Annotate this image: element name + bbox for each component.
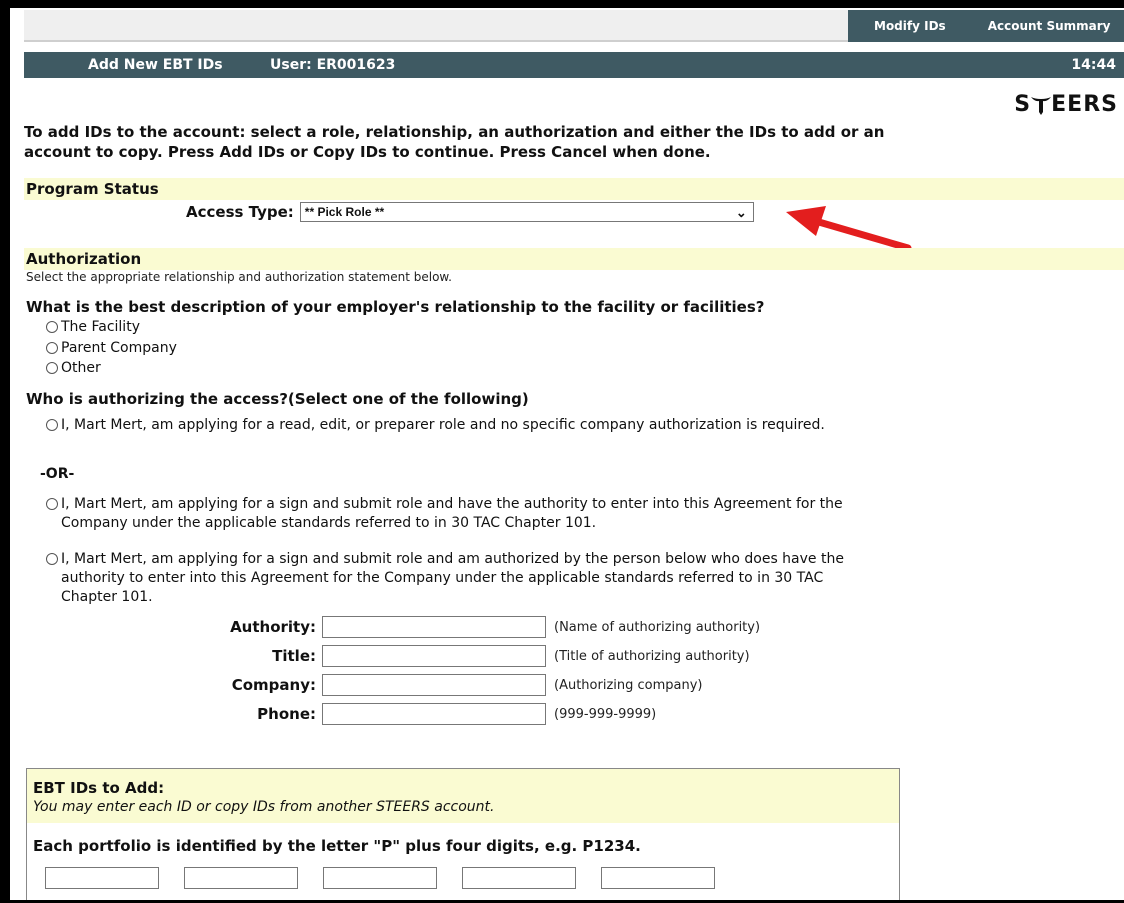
ebt-ids-header: EBT IDs to Add: You may enter each ID or…: [27, 769, 899, 823]
modify-ids-link[interactable]: Modify IDs: [874, 19, 946, 33]
authority-hint: (Name of authorizing authority): [554, 619, 761, 635]
company-hint: (Authorizing company): [554, 677, 703, 693]
relationship-option-label: The Facility: [61, 319, 140, 335]
phone-label: Phone:: [257, 705, 316, 723]
auth-option-label: I, Mart Mert, am applying for a sign and…: [61, 496, 843, 531]
access-type-row: Access Type: ** Pick Role ** ⌄: [186, 202, 754, 222]
user-id: User: ER001623: [270, 57, 396, 73]
auth-option-authorized-by[interactable]: I, Mart Mert, am applying for a sign and…: [46, 550, 846, 607]
radio-button[interactable]: [46, 342, 58, 354]
program-status-heading: Program Status: [24, 178, 1124, 200]
phone-field[interactable]: [322, 703, 546, 725]
company-label: Company:: [231, 676, 316, 694]
account-summary-link[interactable]: Account Summary: [988, 19, 1111, 33]
top-nav: Modify IDs Account Summary: [24, 10, 1124, 42]
title-label: Title:: [272, 647, 316, 665]
intro-instructions: To add IDs to the account: select a role…: [24, 123, 885, 161]
auth-option-label: I, Mart Mert, am applying for a read, ed…: [61, 417, 825, 433]
title-bar: Add New EBT IDs User: ER001623 14:44: [24, 52, 1124, 78]
authority-field[interactable]: [322, 616, 546, 638]
steers-logo: S EERS: [1014, 92, 1118, 117]
access-type-select[interactable]: ** Pick Role ** ⌄: [299, 202, 754, 222]
phone-row: Phone: (999-999-9999): [22, 703, 656, 725]
chevron-down-icon: ⌄: [735, 205, 747, 220]
ebt-id-input-1[interactable]: [45, 867, 159, 889]
phone-hint: (999-999-9999): [554, 706, 657, 722]
radio-button[interactable]: [46, 362, 58, 374]
longhorn-icon: [1031, 96, 1052, 115]
title-hint: (Title of authorizing authority): [554, 648, 750, 664]
relationship-option-label: Other: [61, 360, 101, 376]
ebt-ids-panel: EBT IDs to Add: You may enter each ID or…: [26, 768, 900, 900]
or-separator: -OR-: [40, 466, 75, 482]
clock-time: 14:44: [1071, 57, 1116, 73]
ebt-id-inputs: [27, 855, 899, 889]
auth-option-sign-submit[interactable]: I, Mart Mert, am applying for a sign and…: [46, 495, 846, 533]
top-nav-spacer: [24, 10, 848, 42]
auth-option-read-edit[interactable]: I, Mart Mert, am applying for a read, ed…: [46, 416, 846, 435]
access-type-label: Access Type:: [186, 203, 294, 221]
portfolio-note: Each portfolio is identified by the lett…: [33, 837, 641, 855]
page-title: Add New EBT IDs: [88, 57, 223, 73]
authority-row: Authority: (Name of authorizing authorit…: [22, 616, 760, 638]
title-row: Title: (Title of authorizing authority): [22, 645, 750, 667]
radio-button[interactable]: [46, 498, 58, 510]
relationship-option-label: Parent Company: [61, 340, 177, 356]
authorizing-question: Who is authorizing the access?(Select on…: [26, 390, 529, 408]
radio-button[interactable]: [46, 553, 58, 565]
relationship-option-parent[interactable]: Parent Company: [46, 339, 177, 358]
radio-button[interactable]: [46, 321, 58, 333]
ebt-ids-subtitle: You may enter each ID or copy IDs from a…: [33, 799, 495, 815]
relationship-option-other[interactable]: Other: [46, 359, 101, 378]
ebt-id-input-2[interactable]: [184, 867, 298, 889]
ebt-id-input-5[interactable]: [601, 867, 715, 889]
title-field[interactable]: [322, 645, 546, 667]
company-field[interactable]: [322, 674, 546, 696]
ebt-id-input-4[interactable]: [462, 867, 576, 889]
relationship-question: What is the best description of your emp…: [26, 298, 765, 316]
access-type-value: ** Pick Role **: [304, 205, 385, 219]
ebt-ids-title: EBT IDs to Add:: [33, 779, 165, 797]
ebt-id-input-3[interactable]: [323, 867, 437, 889]
logo-text-rest: EERS: [1051, 92, 1118, 117]
top-nav-links: Modify IDs Account Summary: [848, 10, 1124, 42]
relationship-option-facility[interactable]: The Facility: [46, 318, 140, 337]
authorization-heading: Authorization: [24, 248, 1124, 270]
page-frame: Modify IDs Account Summary Add New EBT I…: [10, 8, 1124, 900]
authorization-instructions: Select the appropriate relationship and …: [26, 270, 452, 284]
authority-label: Authority:: [230, 618, 316, 636]
company-row: Company: (Authorizing company): [22, 674, 703, 696]
radio-button[interactable]: [46, 419, 58, 431]
logo-text: S: [1014, 92, 1032, 117]
auth-option-label: I, Mart Mert, am applying for a sign and…: [61, 551, 844, 605]
